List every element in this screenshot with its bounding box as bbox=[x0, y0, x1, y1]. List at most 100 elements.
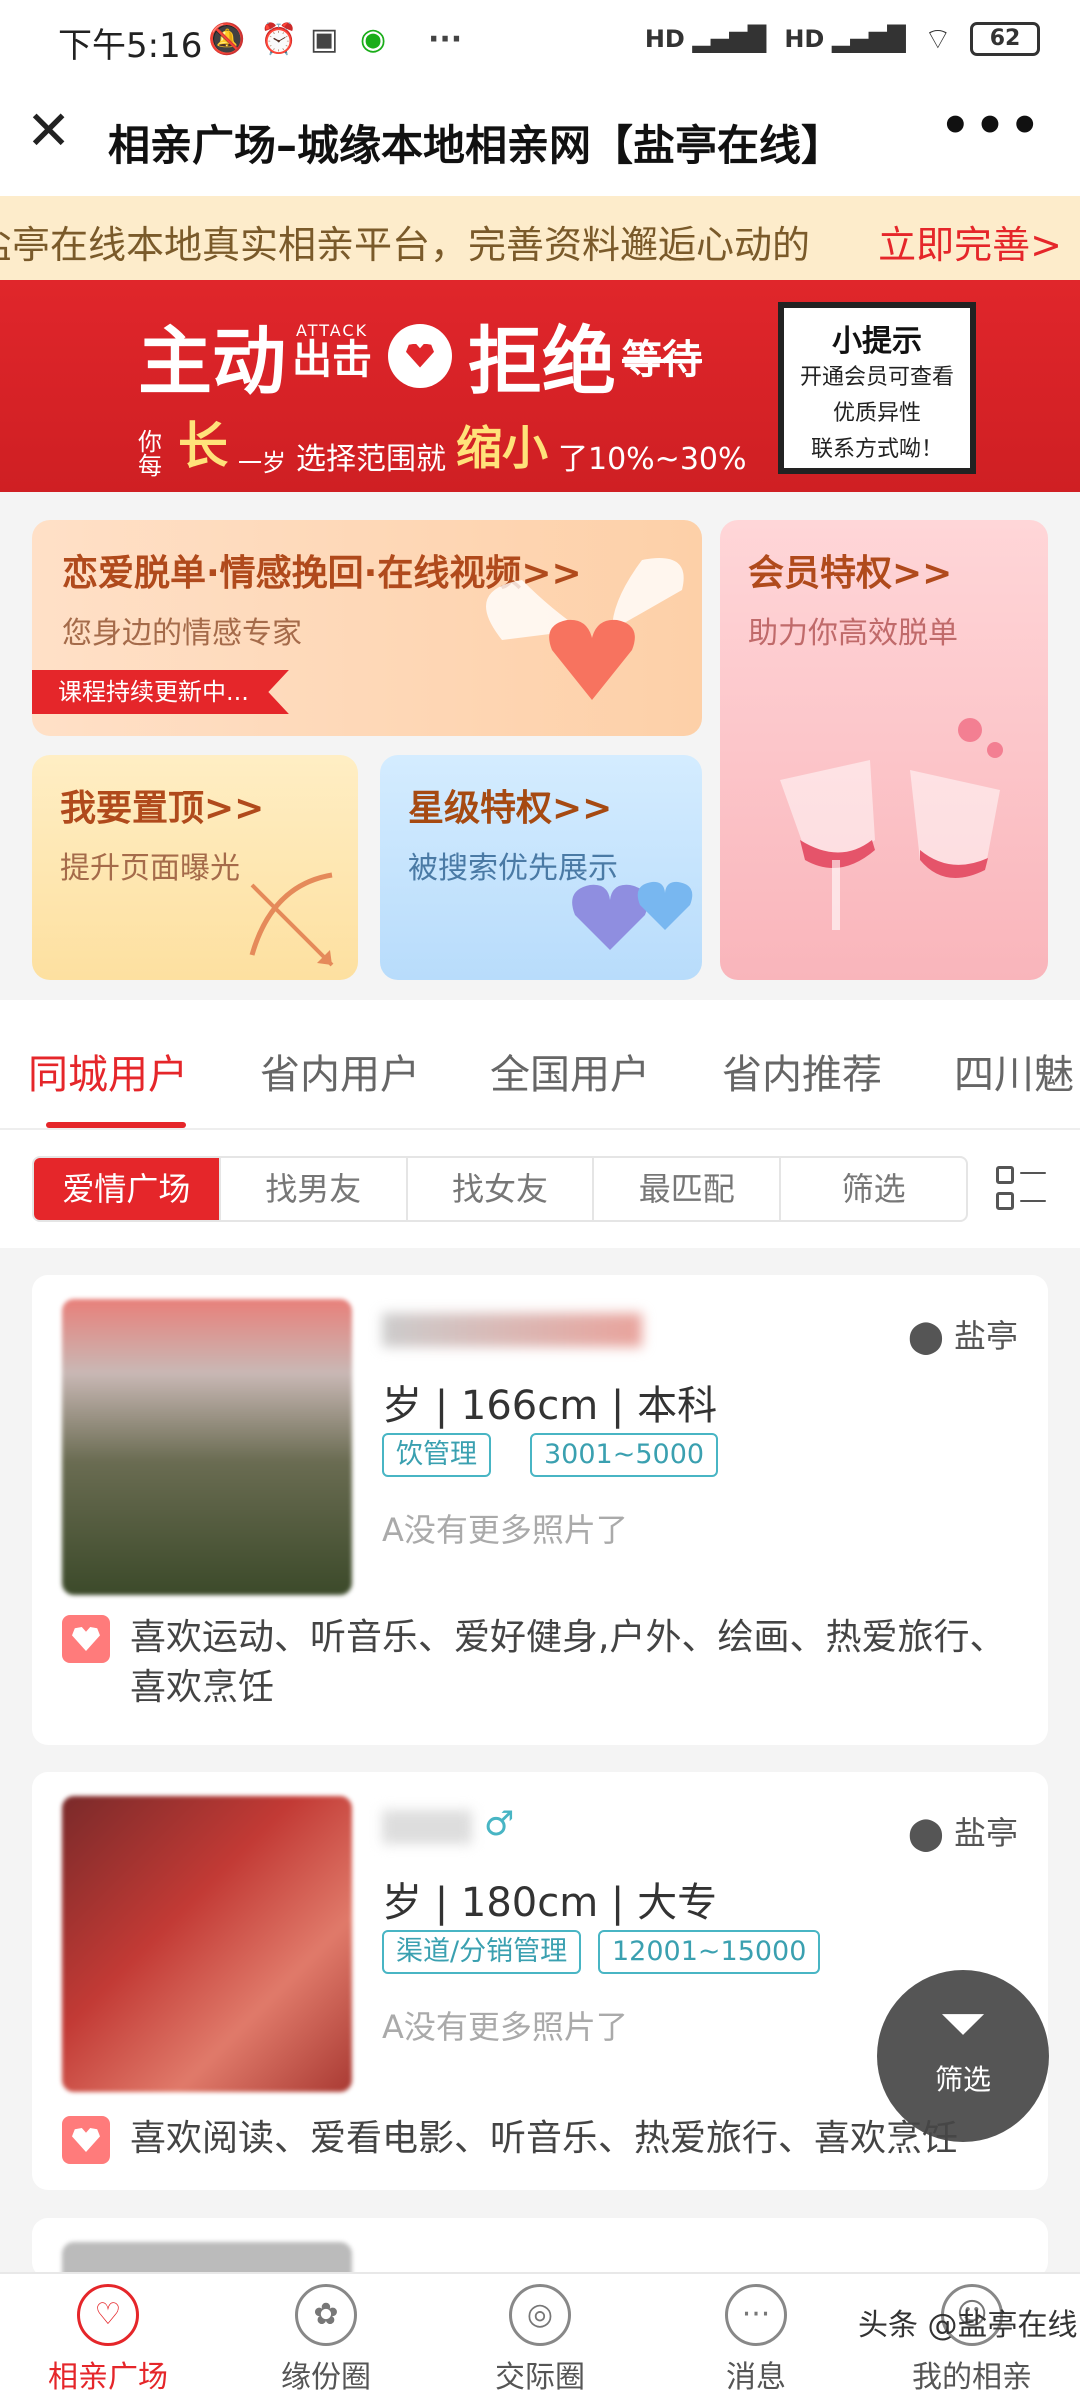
segment-best-match[interactable]: 最匹配 bbox=[594, 1158, 782, 1220]
tab-province-recommend[interactable]: 省内推荐 bbox=[722, 1042, 882, 1100]
status-right: HD ▂▄▆█ HD ▂▄▆█ ⌔ 62 bbox=[645, 20, 1040, 58]
profile-name-blurred bbox=[382, 1313, 642, 1347]
status-time: 下午5:16 bbox=[58, 26, 203, 66]
heart-icon bbox=[388, 323, 452, 388]
banner-word-1: 主动 bbox=[138, 319, 286, 405]
card-title: 会员特权>> bbox=[748, 553, 953, 594]
complete-profile-link[interactable]: 立即完善> bbox=[872, 214, 1062, 269]
status-bar: 下午5:16 🔕 ⏰ ▣ ◉ ··· HD ▂▄▆█ HD ▂▄▆█ ⌔ 62 bbox=[0, 0, 1080, 84]
more-notifications-icon: ··· bbox=[428, 22, 463, 57]
interests-row: 喜欢运动、听音乐、爱好健身,户外、绘画、热爱旅行、喜欢烹饪 bbox=[62, 1613, 1030, 1713]
filter-icon: ⏷ bbox=[939, 1989, 987, 2057]
list-view-icon[interactable] bbox=[996, 1166, 1046, 1216]
banner-line2-c: 一岁 bbox=[238, 449, 286, 477]
banner-line2-f: 了10%~30% bbox=[558, 442, 747, 477]
profile-meta: 岁 | 166cm | 本科 bbox=[382, 1383, 718, 1429]
profile-name-blurred bbox=[382, 1810, 472, 1844]
nav-social-circle[interactable]: ◎ 交际圈 bbox=[460, 2284, 620, 2396]
segment-find-girlfriend[interactable]: 找女友 bbox=[408, 1158, 595, 1220]
wifi-icon: ⌔ bbox=[923, 22, 952, 57]
promo-banner[interactable]: 主动 ATTACK 出击 拒绝 等待 你每 长 一岁 选择范围就 缩小 了10%… bbox=[0, 280, 1080, 492]
card-title: 星级特权>> bbox=[408, 788, 613, 829]
income-chip: 3001~5000 bbox=[530, 1433, 719, 1477]
star-privilege-card[interactable]: 星级特权>> 被搜索优先展示 bbox=[380, 755, 702, 980]
banner-word-4: 等待 bbox=[622, 336, 702, 383]
membership-card[interactable]: 会员特权>> 助力你高效脱单 bbox=[720, 520, 1048, 980]
tip-box: 小提示 开通会员可查看 优质异性 联系方式呦！ bbox=[778, 302, 976, 474]
profile-card[interactable]: ♂ ⬤ 盐亭 岁 | 180cm | 大专 渠道/分销管理 12001~1500… bbox=[32, 1772, 1048, 2190]
banner-line2-b: 长 bbox=[178, 417, 228, 475]
flower-icon: ✿ bbox=[295, 2284, 357, 2346]
more-menu-icon[interactable]: ••• bbox=[940, 98, 1044, 154]
segment-control: 爱情广场 找男友 找女友 最匹配 筛选 bbox=[32, 1156, 968, 1222]
banner-line2-e: 缩小 bbox=[456, 421, 548, 475]
banner-line2-d: 选择范围就 bbox=[296, 442, 446, 477]
male-icon: ♂ bbox=[484, 1804, 515, 1844]
app-notification-icon: ▣ bbox=[310, 22, 339, 57]
interests-text: 喜欢运动、听音乐、爱好健身,户外、绘画、热爱旅行、喜欢烹饪 bbox=[130, 1617, 1006, 1708]
profile-photo[interactable] bbox=[62, 1299, 352, 1595]
heart-icon bbox=[62, 1615, 110, 1663]
location-text: 盐亭 bbox=[953, 1814, 1018, 1852]
job-chip: 渠道/分销管理 bbox=[382, 1930, 582, 1974]
aperture-icon: ◎ bbox=[509, 2284, 571, 2346]
signal-icon-2: HD ▂▄▆█ bbox=[784, 25, 906, 53]
top-placement-card[interactable]: 我要置顶>> 提升页面曝光 bbox=[32, 755, 358, 980]
chat-icon: ··· bbox=[725, 2284, 787, 2346]
love-course-card[interactable]: 恋爱脱单·情感挽回·在线视频>> 您身边的情感专家 课程持续更新中... bbox=[32, 520, 702, 736]
nav-label: 交际圈 bbox=[495, 2360, 585, 2395]
nav-label: 消息 bbox=[726, 2360, 786, 2395]
filter-fab[interactable]: ⏷ 筛选 bbox=[877, 1970, 1049, 2142]
banner-word-2: 出击 bbox=[292, 336, 372, 383]
segment-love-square[interactable]: 爱情广场 bbox=[34, 1158, 221, 1220]
cupid-arrow-icon bbox=[249, 872, 334, 967]
interests-row: 喜欢阅读、爱看电影、听音乐、热爱旅行、喜欢烹饪 bbox=[62, 2114, 1030, 2164]
notice-text: 盐亭在线本地真实相亲平台，完善资料邂逅心动的 bbox=[0, 223, 811, 267]
job-chip: 饮管理 bbox=[382, 1433, 491, 1477]
nav-fate-circle[interactable]: ✿ 缘份圈 bbox=[246, 2284, 406, 2396]
location-pin-icon: ⬤ bbox=[908, 1814, 954, 1852]
watermark: 头条 @盐亭在线 bbox=[858, 2308, 1078, 2343]
close-icon[interactable]: ✕ bbox=[26, 104, 71, 158]
nav-label: 缘份圈 bbox=[281, 2360, 371, 2395]
profile-card[interactable]: ⬤ 盐亭 岁 | 166cm | 本科 饮管理 3001~5000 A没有更多照… bbox=[32, 1275, 1048, 1745]
winged-heart-icon bbox=[486, 558, 684, 700]
wine-glasses-icon bbox=[780, 718, 1003, 930]
tab-nationwide[interactable]: 全国用户 bbox=[490, 1042, 650, 1100]
location-label: ⬤ 盐亭 bbox=[908, 1808, 1018, 1854]
filter-segment-bar: 爱情广场 找男友 找女友 最匹配 筛选 bbox=[0, 1130, 1080, 1248]
profile-card-partial[interactable] bbox=[32, 2218, 1048, 2278]
heart-balloons-icon bbox=[572, 881, 693, 950]
segment-filter[interactable]: 筛选 bbox=[781, 1158, 966, 1220]
tab-province[interactable]: 省内用户 bbox=[260, 1042, 420, 1100]
battery-icon: 62 bbox=[970, 22, 1040, 56]
nav-messages[interactable]: ··· 消息 bbox=[676, 2284, 836, 2396]
notice-bar[interactable]: 盐亭在线本地真实相亲平台，完善资料邂逅心动的 立即完善> bbox=[0, 196, 1080, 280]
location-label: ⬤ 盐亭 bbox=[908, 1311, 1018, 1357]
income-chip: 12001~15000 bbox=[598, 1930, 821, 1974]
segment-find-boyfriend[interactable]: 找男友 bbox=[221, 1158, 408, 1220]
alarm-icon: ⏰ bbox=[260, 22, 298, 57]
active-tab-underline bbox=[46, 1122, 186, 1128]
banner-line-2: 你每 长 一岁 选择范围就 缩小 了10%~30% bbox=[138, 406, 747, 478]
nav-label: 相亲广场 bbox=[48, 2360, 168, 2395]
interests-text: 喜欢阅读、爱看电影、听音乐、热爱旅行、喜欢烹饪 bbox=[130, 2118, 959, 2159]
tab-same-city[interactable]: 同城用户 bbox=[28, 1042, 188, 1100]
profile-meta: 岁 | 180cm | 大专 bbox=[382, 1880, 718, 1926]
title-bar: ✕ 相亲广场–城缘本地相亲网【盐亭在线】 ••• bbox=[0, 84, 1080, 196]
location-pin-icon: ⬤ bbox=[908, 1317, 954, 1355]
tab-sichuan[interactable]: 四川魅 bbox=[954, 1042, 1074, 1100]
course-update-tag: 课程持续更新中... bbox=[32, 670, 289, 714]
heart-icon bbox=[62, 2116, 110, 2164]
card-subtitle: 助力你高效脱单 bbox=[748, 616, 958, 651]
no-more-photos: A没有更多照片了 bbox=[382, 2008, 628, 2046]
nav-label: 我的相亲 bbox=[912, 2360, 1032, 2395]
page-title: 相亲广场–城缘本地相亲网【盐亭在线】 bbox=[108, 121, 844, 170]
wechat-icon: ◉ bbox=[360, 22, 387, 57]
nav-dating-square[interactable]: ♡ 相亲广场 bbox=[28, 2284, 188, 2396]
profile-photo[interactable] bbox=[62, 1796, 352, 2092]
mute-icon: 🔕 bbox=[208, 22, 246, 57]
tip-line-3: 联系方式呦！ bbox=[810, 437, 943, 462]
tip-title: 小提示 bbox=[832, 324, 922, 359]
signal-icon: HD ▂▄▆█ bbox=[644, 25, 767, 53]
